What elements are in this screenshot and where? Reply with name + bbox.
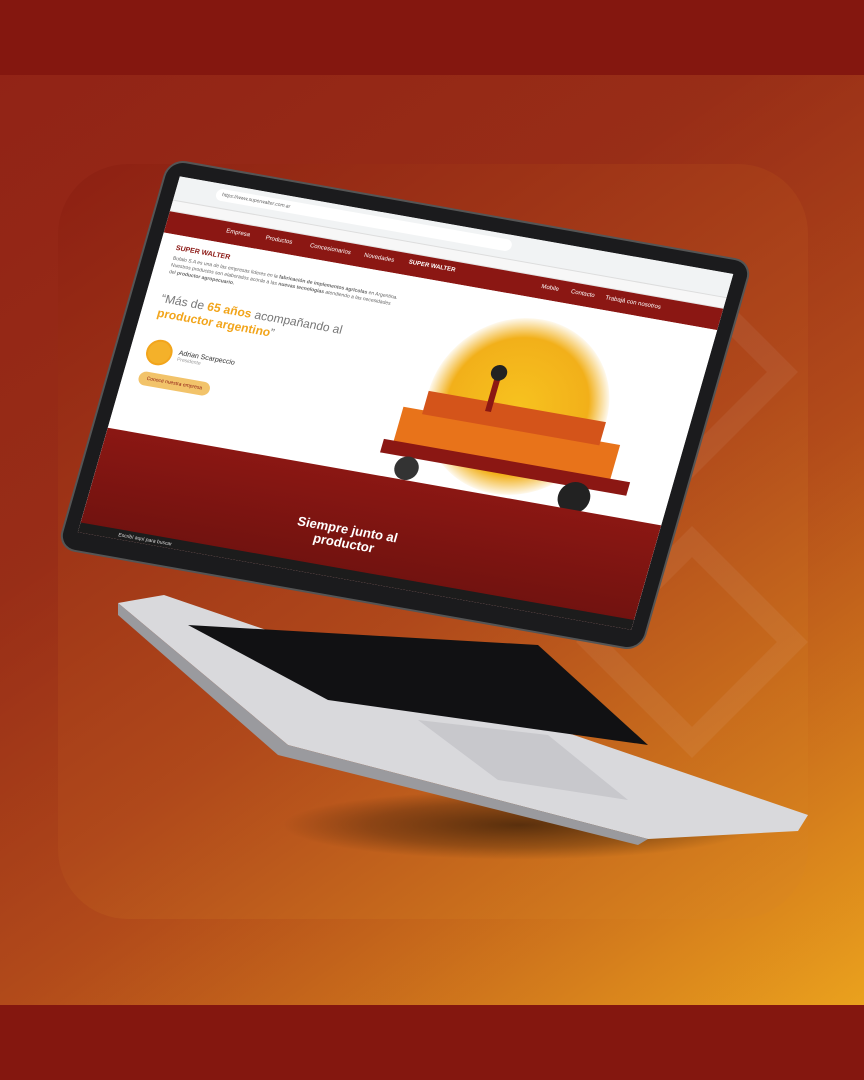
background-top-band bbox=[0, 0, 864, 75]
hero-left-column: SUPER WALTER Bufalo S.A es una de las em… bbox=[136, 245, 403, 424]
background-bottom-band bbox=[0, 1005, 864, 1080]
cta-button[interactable]: Conocé nuestra empresa bbox=[136, 370, 212, 397]
nav-item-trabaja[interactable]: Trabajá con nosotros bbox=[604, 295, 661, 311]
nav-item-mobile[interactable]: Mobile bbox=[540, 284, 559, 293]
nav-item-concesionarios[interactable]: Concesionarios bbox=[309, 243, 351, 256]
nav-item-empresa[interactable]: Empresa bbox=[225, 228, 250, 238]
site-logo[interactable]: SUPER WALTER bbox=[408, 260, 456, 274]
laptop-base bbox=[118, 595, 808, 845]
avatar bbox=[142, 337, 176, 368]
nav-item-contacto[interactable]: Contacto bbox=[570, 289, 595, 299]
nav-item-productos[interactable]: Productos bbox=[265, 235, 293, 245]
nav-item-novedades[interactable]: Novedades bbox=[363, 253, 395, 264]
